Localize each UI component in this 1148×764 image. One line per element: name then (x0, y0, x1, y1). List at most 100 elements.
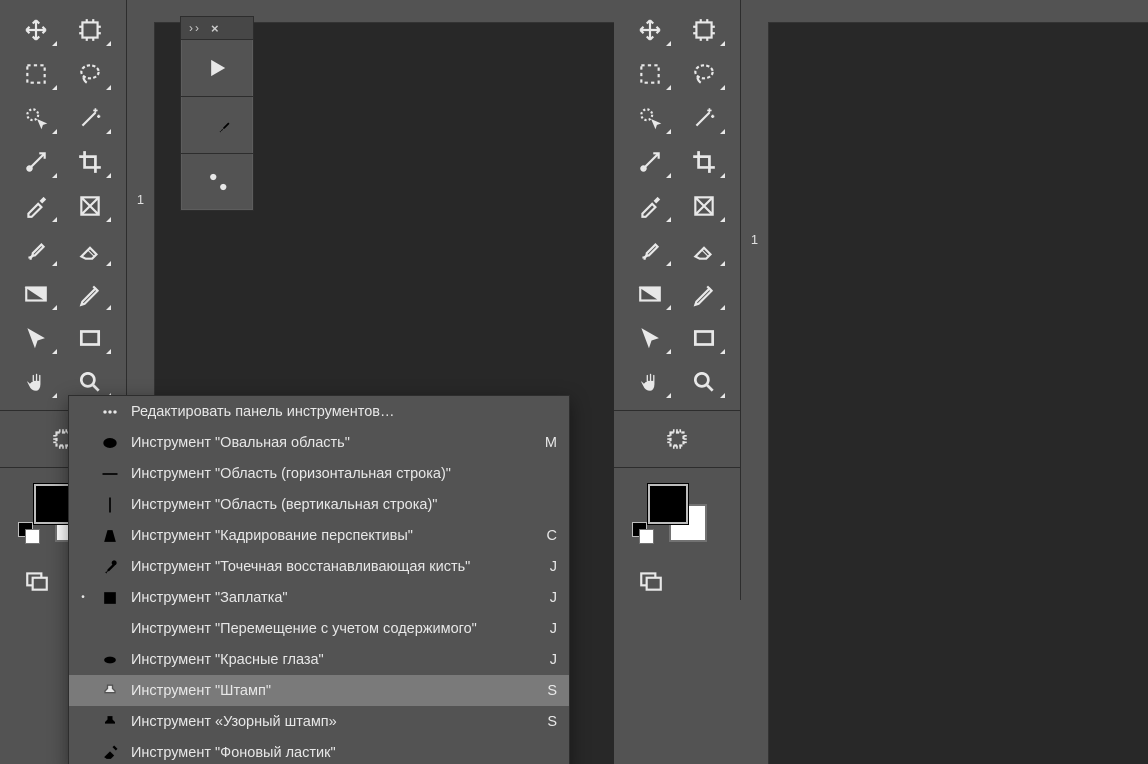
spotheal-icon (99, 557, 121, 577)
magic-wand-tool[interactable] (63, 96, 117, 140)
marquee-tool[interactable] (9, 52, 63, 96)
crop-tool[interactable] (63, 140, 117, 184)
move-tool[interactable] (623, 8, 677, 52)
crop-tool[interactable] (677, 140, 731, 184)
menu-item-label: Инструмент "Перемещение с учетом содержи… (131, 621, 523, 637)
pen-tool[interactable] (677, 272, 731, 316)
hand-tool[interactable] (623, 360, 677, 404)
lasso-tool[interactable] (63, 52, 117, 96)
menu-item-shortcut: M (533, 435, 557, 451)
menu-item[interactable]: Инструмент "Фоновый ластик" (69, 737, 569, 764)
menu-item[interactable]: Инструмент «Узорный штамп» S (69, 706, 569, 737)
menu-item-label: Инструмент "Штамп" (131, 683, 523, 699)
stamp-icon (99, 681, 121, 701)
camove-icon (99, 619, 121, 639)
menu-item-label: Инструмент "Кадрирование перспективы" (131, 528, 523, 544)
menu-item[interactable]: Инструмент "Область (вертикальная строка… (69, 489, 569, 520)
redeye-icon (99, 650, 121, 670)
ruler-v-label: 1 (751, 232, 758, 247)
hrow-icon (99, 464, 121, 484)
hand-tool[interactable] (9, 360, 63, 404)
menu-item-shortcut: S (533, 683, 557, 699)
screen-mode-button[interactable] (18, 562, 56, 600)
slice-tool[interactable] (623, 140, 677, 184)
fg-color-swatch[interactable] (648, 484, 688, 524)
brush-tool[interactable] (623, 228, 677, 272)
close-icon[interactable]: × (211, 21, 219, 36)
menu-item-label: Инструмент «Узорный штамп» (131, 714, 523, 730)
menu-item[interactable]: Инструмент "Овальная область" M (69, 427, 569, 458)
fg-bg-swatches[interactable] (614, 486, 740, 538)
menu-item[interactable]: Инструмент "Точечная восстанавливающая к… (69, 551, 569, 582)
menu-item-shortcut: C (533, 528, 557, 544)
artboard-tool[interactable] (63, 8, 117, 52)
brush-presets-button[interactable] (181, 97, 253, 154)
patstamp-icon (99, 712, 121, 732)
quick-select-tool[interactable] (623, 96, 677, 140)
gradient-tool[interactable] (9, 272, 63, 316)
persp-icon (99, 526, 121, 546)
gradient-tool[interactable] (623, 272, 677, 316)
lasso-tool[interactable] (677, 52, 731, 96)
menu-item-shortcut: J (533, 590, 557, 606)
path-select-tool[interactable] (9, 316, 63, 360)
path-select-tool[interactable] (623, 316, 677, 360)
menu-item-label: Инструмент "Заплатка" (131, 590, 523, 606)
actions-panel[interactable]: ›› × (180, 16, 254, 211)
menu-item-shortcut: J (533, 652, 557, 668)
quick-select-tool[interactable] (9, 96, 63, 140)
shape-tool[interactable] (677, 316, 731, 360)
eyedropper-tool[interactable] (623, 184, 677, 228)
menu-item[interactable]: Редактировать панель инструментов… (69, 396, 569, 427)
ruler-v-label: 1 (137, 192, 144, 207)
artboard-tool[interactable] (677, 8, 731, 52)
bgeraser-icon (99, 743, 121, 763)
play-button[interactable] (181, 40, 253, 97)
collapse-icon[interactable]: ›› (189, 21, 201, 35)
tools-panel (614, 0, 741, 600)
menu-item[interactable]: Инструмент "Область (горизонтальная стро… (69, 458, 569, 489)
menu-item[interactable]: Инструмент "Кадрирование перспективы" C (69, 520, 569, 551)
tool-context-menu[interactable]: Редактировать панель инструментов… Инстр… (68, 395, 570, 764)
magic-wand-tool[interactable] (677, 96, 731, 140)
frame-tool[interactable] (677, 184, 731, 228)
panel-header[interactable]: ›› × (181, 17, 253, 40)
menu-item-label: Редактировать панель инструментов… (131, 404, 523, 420)
ruler-origin[interactable] (127, 0, 155, 23)
ruler-origin[interactable] (741, 0, 769, 23)
brush-tool[interactable] (9, 228, 63, 272)
eraser-tool[interactable] (677, 228, 731, 272)
edit-toolbar-tool[interactable] (650, 417, 704, 461)
menu-item[interactable]: Инструмент "Красные глаза" J (69, 644, 569, 675)
canvas-area[interactable]: 1 1 (741, 0, 1148, 764)
ruler-vertical[interactable]: 1 (741, 22, 769, 764)
menu-item-label: Инструмент "Область (вертикальная строка… (131, 497, 523, 513)
ellipse-icon (99, 433, 121, 453)
eyedropper-tool[interactable] (9, 184, 63, 228)
menu-item-label: Инструмент "Точечная восстанавливающая к… (131, 559, 523, 575)
menu-item-label: Инструмент "Красные глаза" (131, 652, 523, 668)
patch-icon (99, 588, 121, 608)
menu-item[interactable]: • Инструмент "Заплатка" J (69, 582, 569, 613)
screen-mode-button[interactable] (632, 562, 670, 600)
menu-item[interactable]: Инструмент "Перемещение с учетом содержи… (69, 613, 569, 644)
slice-tool[interactable] (9, 140, 63, 184)
ruler-horizontal[interactable]: 1 (768, 0, 1148, 23)
vrow-icon (99, 495, 121, 515)
menu-item-shortcut: J (533, 621, 557, 637)
marquee-tool[interactable] (623, 52, 677, 96)
adjustments-button[interactable] (181, 154, 253, 210)
shape-tool[interactable] (63, 316, 117, 360)
menu-item-label: Инструмент "Область (горизонтальная стро… (131, 466, 523, 482)
pen-tool[interactable] (63, 272, 117, 316)
menu-item-label: Инструмент "Овальная область" (131, 435, 523, 451)
menu-item[interactable]: Инструмент "Штамп" S (69, 675, 569, 706)
move-tool[interactable] (9, 8, 63, 52)
active-marker: • (77, 592, 89, 603)
dots-icon (99, 402, 121, 422)
eraser-tool[interactable] (63, 228, 117, 272)
menu-item-label: Инструмент "Фоновый ластик" (131, 745, 523, 761)
zoom-tool[interactable] (677, 360, 731, 404)
frame-tool[interactable] (63, 184, 117, 228)
menu-item-shortcut: S (533, 714, 557, 730)
